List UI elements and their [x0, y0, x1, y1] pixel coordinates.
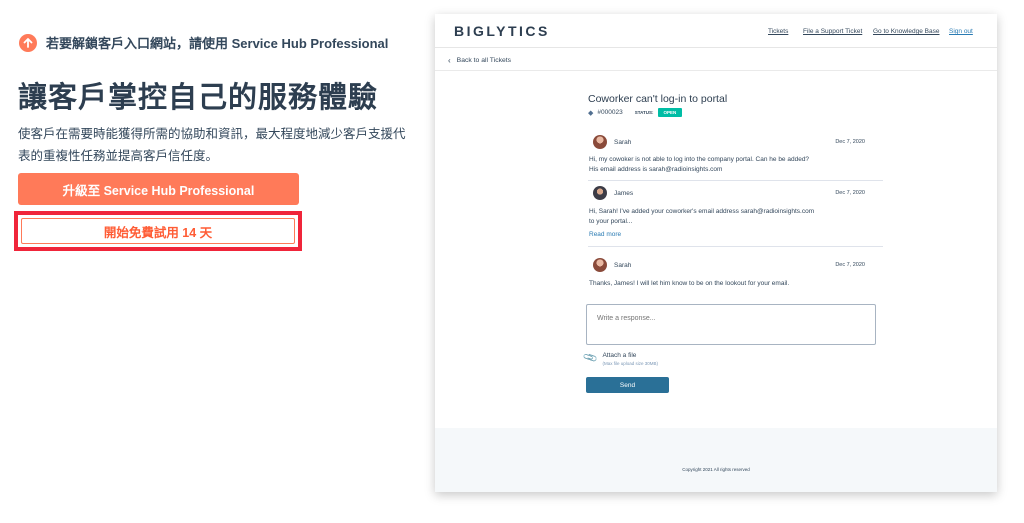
- portal-header: BIGLYTICS Tickets File a Support Ticket …: [435, 14, 997, 48]
- ticket-title: Coworker can't log-in to portal: [588, 93, 728, 105]
- avatar: [593, 135, 607, 149]
- message-item: Sarah Dec 7, 2020 Thanks, James! I will …: [588, 258, 883, 289]
- attach-size-note: (Max file upload size 30MB): [602, 361, 658, 366]
- message-date: Dec 7, 2020: [835, 139, 865, 145]
- message-body: Thanks, James! I will let him know to be…: [589, 280, 790, 287]
- portal-footer: [435, 428, 997, 492]
- status-label: STATUS:: [634, 110, 654, 115]
- nav-knowledge-base[interactable]: Go to Knowledge Base: [873, 28, 940, 35]
- message-date: Dec 7, 2020: [835, 262, 865, 268]
- message-author: Sarah: [614, 139, 632, 146]
- chevron-left-icon: ‹: [448, 56, 451, 65]
- arrow-up-circle-icon: [19, 33, 37, 52]
- message-item: Sarah Dec 7, 2020 Hi, my cowoker is not …: [588, 135, 883, 174]
- upgrade-button[interactable]: 升級至 Service Hub Professional: [18, 173, 299, 205]
- paperclip-icon: 📎: [582, 350, 599, 367]
- status-badge: OPEN: [657, 108, 683, 117]
- unlock-notice: 若要解鎖客戶入口網站，請使用 Service Hub Professional: [19, 33, 388, 52]
- promo-panel: 若要解鎖客戶入口網站，請使用 Service Hub Professional …: [0, 0, 420, 523]
- message-divider: [588, 180, 883, 181]
- avatar: [593, 186, 607, 200]
- attach-file[interactable]: 📎 Attach a file (Max file upload size 30…: [582, 350, 658, 367]
- message-date: Dec 7, 2020: [835, 190, 865, 196]
- nav-file-ticket[interactable]: File a Support Ticket: [803, 28, 862, 35]
- message-item: James Dec 7, 2020 Hi, Sarah! I've added …: [588, 186, 883, 238]
- customer-portal-preview: BIGLYTICS Tickets File a Support Ticket …: [435, 14, 997, 492]
- response-input[interactable]: [586, 304, 876, 345]
- biglytics-logo: BIGLYTICS: [454, 23, 550, 39]
- message-author: Sarah: [614, 262, 632, 269]
- read-more-link[interactable]: Read more: [589, 231, 883, 238]
- nav-tickets[interactable]: Tickets: [768, 28, 788, 35]
- sub-header: ‹ Back to all Tickets: [435, 49, 997, 71]
- headline: 讓客戶掌控自己的服務體驗: [18, 82, 379, 114]
- ticket-id: #000023: [597, 109, 623, 116]
- message-body: Hi, my cowoker is not able to log into t…: [589, 156, 810, 173]
- message-author: James: [614, 190, 634, 197]
- avatar: [593, 258, 607, 272]
- tag-icon: ◆: [588, 109, 594, 117]
- copyright-text: Copyright 2021 All rights reserved: [682, 467, 750, 472]
- message-body: Hi, Sarah! I've added your coworker's em…: [589, 208, 815, 225]
- back-to-tickets-link[interactable]: ‹ Back to all Tickets: [448, 56, 511, 65]
- back-link-label: Back to all Tickets: [456, 57, 512, 64]
- nav-sign-out[interactable]: Sign out: [949, 28, 973, 35]
- ticket-meta: ◆ #000023 STATUS: OPEN: [588, 108, 683, 117]
- description: 使客戶在需要時能獲得所需的協助和資訊，最大程度地減少客戶支援代表的重複性任務並提…: [18, 127, 406, 163]
- free-trial-button[interactable]: 開始免費試用 14 天: [21, 218, 295, 244]
- send-button[interactable]: Send: [586, 377, 669, 393]
- message-divider: [588, 246, 883, 247]
- notice-text: 若要解鎖客戶入口網站，請使用 Service Hub Professional: [46, 36, 389, 51]
- attach-label: Attach a file: [602, 352, 637, 359]
